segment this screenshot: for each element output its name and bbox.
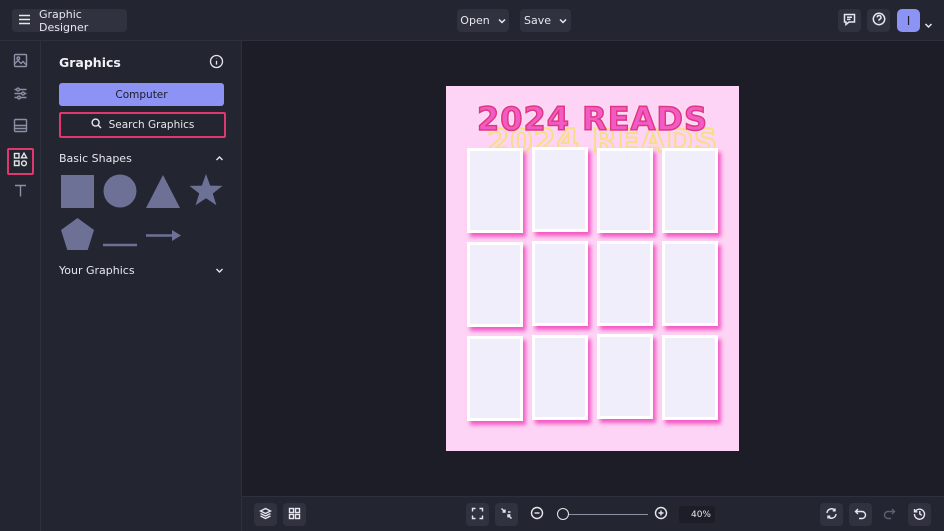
shape-square[interactable] xyxy=(61,175,94,212)
redo-button[interactable] xyxy=(878,503,901,526)
plus-circle-icon xyxy=(654,505,668,524)
your-graphics-label: Your Graphics xyxy=(59,264,135,277)
refresh-icon xyxy=(825,505,838,524)
open-label: Open xyxy=(460,14,490,27)
user-avatar[interactable]: I xyxy=(897,9,920,32)
rail-item-text[interactable] xyxy=(7,179,34,206)
rail-item-images[interactable] xyxy=(7,49,34,76)
save-label: Save xyxy=(523,14,551,27)
layout-icon xyxy=(13,118,28,137)
tool-rail xyxy=(0,41,41,531)
rail-item-adjustments[interactable] xyxy=(7,82,34,109)
basic-shapes-label: Basic Shapes xyxy=(59,152,132,165)
rail-item-layouts[interactable] xyxy=(7,114,34,141)
shape-line[interactable] xyxy=(103,232,137,251)
zoom-value-field[interactable]: 40% xyxy=(679,506,715,523)
basic-shapes-header[interactable]: Basic Shapes xyxy=(59,152,224,165)
chevron-down-icon xyxy=(498,14,506,27)
actual-size-button[interactable] xyxy=(495,503,518,526)
zoom-in-button[interactable] xyxy=(649,503,672,526)
sliders-icon xyxy=(13,86,28,105)
photo-frame[interactable] xyxy=(467,148,523,233)
history-icon xyxy=(913,505,926,524)
search-graphics-button[interactable]: Search Graphics xyxy=(59,112,226,138)
help-icon xyxy=(872,12,886,29)
photo-frame[interactable] xyxy=(662,148,718,233)
fit-to-screen-button[interactable] xyxy=(466,503,489,526)
rail-item-graphics[interactable] xyxy=(7,148,34,175)
photo-frame[interactable] xyxy=(597,334,653,419)
zoom-slider-track[interactable] xyxy=(562,514,648,515)
shape-star[interactable] xyxy=(189,174,223,211)
chevron-down-icon[interactable] xyxy=(924,14,933,33)
photo-frame[interactable] xyxy=(532,241,588,326)
grid-view-button[interactable] xyxy=(283,503,306,526)
open-menu-button[interactable]: Open xyxy=(457,9,509,32)
bottom-bar: 40% xyxy=(242,496,944,531)
computer-label: Computer xyxy=(115,88,168,101)
zoom-value: 40% xyxy=(690,509,711,520)
undo-button[interactable] xyxy=(849,503,872,526)
image-icon xyxy=(13,53,28,72)
zoom-slider-thumb[interactable] xyxy=(557,508,569,520)
avatar-letter: I xyxy=(906,13,911,28)
panel-title: Graphics xyxy=(59,55,121,70)
photo-frame[interactable] xyxy=(662,241,718,326)
zoom-out-button[interactable] xyxy=(525,503,548,526)
redo-icon xyxy=(883,505,896,524)
chevron-down-icon xyxy=(215,264,224,277)
chevron-up-icon xyxy=(215,152,224,165)
info-icon[interactable] xyxy=(209,54,224,73)
photo-frame[interactable] xyxy=(532,335,588,420)
your-graphics-header[interactable]: Your Graphics xyxy=(59,264,224,277)
help-button[interactable] xyxy=(867,9,890,32)
app-title: Graphic Designer xyxy=(39,7,89,34)
upload-computer-button[interactable]: Computer xyxy=(59,83,224,106)
photo-frame[interactable] xyxy=(662,335,718,420)
shape-pentagon[interactable] xyxy=(61,218,94,254)
search-label: Search Graphics xyxy=(108,119,195,131)
hamburger-icon xyxy=(18,14,31,28)
sync-button[interactable] xyxy=(820,503,843,526)
top-bar: Graphic Designer Open Save I xyxy=(0,0,944,41)
photo-frame[interactable] xyxy=(467,336,523,421)
shrink-icon xyxy=(500,505,513,524)
chevron-down-icon xyxy=(559,14,567,27)
photo-frame[interactable] xyxy=(597,148,653,233)
message-icon xyxy=(843,13,856,29)
text-icon xyxy=(13,183,28,202)
shapes-icon xyxy=(13,151,28,171)
poster-title[interactable]: 2024 READS xyxy=(446,99,739,139)
shape-circle[interactable] xyxy=(103,174,137,212)
feedback-button[interactable] xyxy=(838,9,861,32)
shape-arrow[interactable] xyxy=(146,227,181,246)
undo-icon xyxy=(854,505,867,524)
photo-frame[interactable] xyxy=(597,241,653,326)
shape-triangle[interactable] xyxy=(146,175,180,212)
layers-button[interactable] xyxy=(254,503,277,526)
minus-circle-icon xyxy=(530,505,544,524)
app-menu-button[interactable]: Graphic Designer xyxy=(12,7,127,34)
grid-icon xyxy=(288,505,301,524)
history-button[interactable] xyxy=(908,503,931,526)
layers-icon xyxy=(258,505,273,524)
graphics-panel: Graphics Computer Search Graphics Basic … xyxy=(41,41,242,531)
photo-frame[interactable] xyxy=(467,242,523,327)
canvas-area[interactable]: 2024 READS 2024 READS xyxy=(242,41,944,496)
expand-icon xyxy=(471,505,484,524)
poster-canvas[interactable]: 2024 READS 2024 READS xyxy=(446,86,739,451)
save-menu-button[interactable]: Save xyxy=(520,9,571,32)
photo-frame[interactable] xyxy=(532,147,588,232)
search-icon xyxy=(91,118,102,132)
